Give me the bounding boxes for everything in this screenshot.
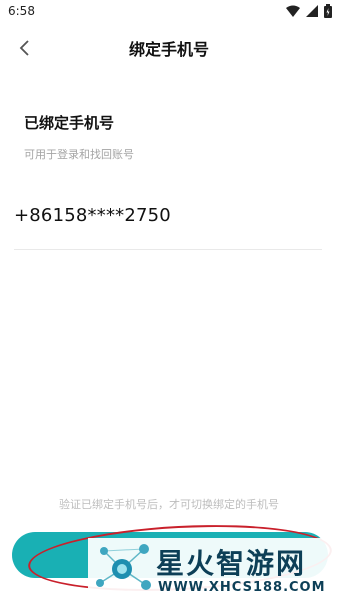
- phone-number: +86158****2750: [14, 205, 171, 226]
- status-icons: [286, 4, 332, 18]
- bound-phone-subtitle: 可用于登录和找回账号: [24, 148, 134, 161]
- watermark-logo-icon: [96, 544, 151, 590]
- status-time: 6:58: [8, 4, 35, 18]
- verify-hint: 验证已绑定手机号后，才可切换绑定的手机号: [59, 498, 279, 511]
- bound-phone-heading: 已绑定手机号: [24, 114, 115, 132]
- battery-icon: [324, 4, 332, 18]
- signal-icon: [306, 5, 318, 17]
- wifi-icon: [286, 5, 300, 17]
- divider: [14, 249, 322, 250]
- status-bar: 6:58: [0, 0, 338, 24]
- watermark: 星火智游网 WWW.XHCS188.COM: [88, 538, 334, 600]
- nav-header: 绑定手机号: [0, 30, 338, 66]
- page-title: 绑定手机号: [128, 40, 209, 59]
- watermark-url: WWW.XHCS188.COM: [158, 580, 326, 595]
- watermark-title: 星火智游网: [156, 547, 307, 580]
